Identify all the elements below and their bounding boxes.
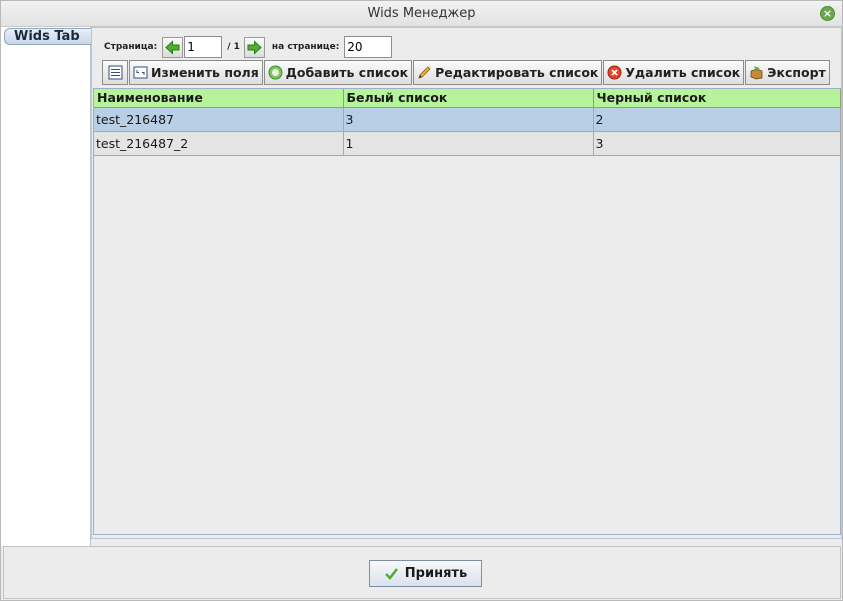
export-label: Экспорт: [767, 65, 826, 80]
left-panel: Wids Tab: [1, 27, 91, 546]
export-box-icon: [750, 66, 763, 80]
window-title: Wids Менеджер: [367, 6, 476, 21]
cell-blacklist[interactable]: 2: [593, 107, 841, 132]
delete-list-button[interactable]: Удалить список: [603, 60, 745, 85]
resize-fields-icon: [133, 66, 148, 79]
wids-manager-window: Wids Менеджер × Wids Tab Страница: / 1 н…: [0, 0, 843, 601]
accept-button[interactable]: Принять: [369, 560, 482, 587]
pencil-icon: [418, 66, 431, 79]
cell-name[interactable]: test_216487_2: [94, 131, 344, 156]
title-bar: Wids Менеджер ×: [1, 1, 842, 27]
close-icon[interactable]: ×: [820, 6, 835, 21]
arrow-right-icon: [247, 39, 262, 55]
add-icon: [268, 65, 283, 80]
footer-bar: Принять: [3, 546, 841, 599]
table-row[interactable]: test_216487 3 2: [94, 107, 841, 132]
main-content: Страница: / 1 на странице:: [91, 27, 842, 539]
column-header-whitelist[interactable]: Белый список: [343, 89, 594, 108]
list-icon: [108, 65, 122, 80]
next-page-button[interactable]: [243, 36, 265, 58]
table-row[interactable]: test_216487_2 1 3: [94, 131, 841, 156]
page-label: Страница:: [104, 42, 158, 52]
edit-list-button[interactable]: Редактировать список: [413, 60, 603, 85]
toolbar: Изменить поля Добавить список Редактиров…: [102, 60, 831, 86]
delete-icon: [607, 65, 622, 80]
column-header-blacklist[interactable]: Черный список: [593, 89, 841, 108]
add-list-button[interactable]: Добавить список: [263, 60, 413, 85]
pager: Страница: / 1 на странице:: [104, 36, 393, 58]
tab-wids-label: Wids Tab: [14, 29, 80, 44]
accept-label: Принять: [404, 566, 468, 581]
per-page-input[interactable]: [344, 36, 393, 58]
check-icon: [384, 568, 398, 580]
cell-name[interactable]: test_216487: [94, 107, 344, 132]
arrow-left-icon: [165, 39, 180, 55]
column-header-name[interactable]: Наименование: [94, 89, 344, 108]
cell-whitelist[interactable]: 3: [343, 107, 594, 132]
edit-list-label: Редактировать список: [435, 65, 599, 80]
prev-page-button[interactable]: [162, 36, 184, 58]
lists-table: Наименование Белый список Черный список …: [93, 88, 841, 535]
per-page-label: на странице:: [271, 42, 340, 52]
table-header-row: Наименование Белый список Черный список: [94, 89, 841, 108]
delete-list-label: Удалить список: [625, 65, 741, 80]
cell-whitelist[interactable]: 1: [343, 131, 594, 156]
edit-fields-button[interactable]: Изменить поля: [129, 60, 263, 85]
edit-fields-label: Изменить поля: [151, 65, 259, 80]
tab-wids[interactable]: Wids Tab: [4, 28, 91, 45]
cell-blacklist[interactable]: 3: [593, 131, 841, 156]
page-total: / 1: [227, 42, 240, 52]
page-input[interactable]: [184, 36, 223, 58]
export-button[interactable]: Экспорт: [745, 60, 830, 85]
columns-button[interactable]: [102, 60, 128, 85]
add-list-label: Добавить список: [285, 65, 409, 80]
